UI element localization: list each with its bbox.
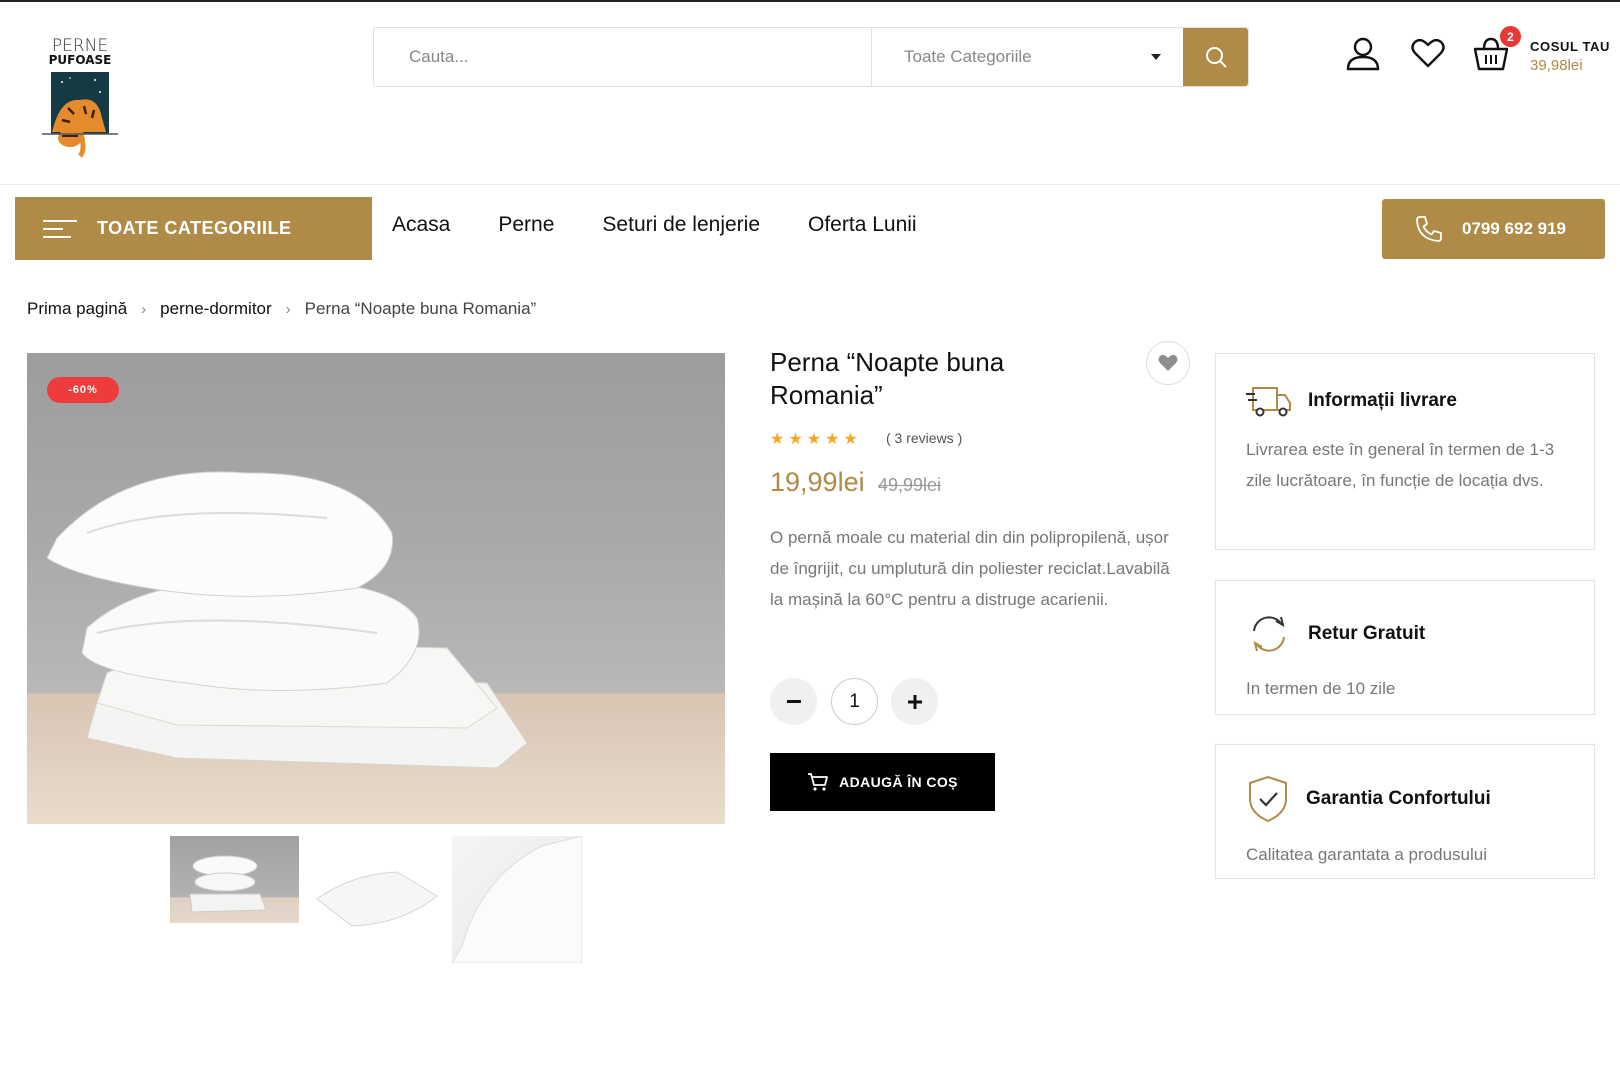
nav-item-seturi-lenjerie[interactable]: Seturi de lenjerie — [602, 213, 760, 237]
quantity-increase-button[interactable] — [891, 678, 938, 725]
shield-check-icon — [1249, 775, 1287, 823]
old-price: 49,99lei — [878, 475, 942, 495]
search-icon — [1205, 47, 1227, 68]
nav-item-acasa[interactable]: Acasa — [392, 213, 450, 237]
chevron-right-icon: › — [141, 300, 147, 318]
category-select-value: Toate Categoriile — [904, 47, 1032, 66]
star-icon: ★ — [806, 431, 822, 448]
cart-count-badge: 2 — [1500, 26, 1521, 47]
star-icon: ★ — [788, 431, 803, 448]
comfort-guarantee-box: Garantia Confortului Calitatea garantata… — [1215, 744, 1595, 879]
reviews-link[interactable]: ( 3 reviews ) — [886, 430, 962, 446]
star-icon: ★ — [843, 431, 858, 448]
discount-badge: -60% — [47, 377, 119, 403]
current-price: 19,99lei — [770, 467, 865, 497]
shipping-info-box: Informații livrare Livrarea este în gene… — [1215, 353, 1595, 550]
free-return-box: Retur Gratuit In termen de 10 zile — [1215, 580, 1595, 715]
add-to-wishlist-button[interactable] — [1146, 341, 1190, 385]
free-return-title: Retur Gratuit — [1308, 623, 1426, 644]
product-thumbnail-3[interactable] — [452, 836, 582, 963]
phone-button[interactable]: 0799 692 919 — [1382, 199, 1605, 259]
all-categories-label: TOATE CATEGORIILE — [97, 218, 292, 238]
add-to-cart-button[interactable]: ADAUGĂ ÎN COȘ — [770, 753, 995, 811]
tiger-logo-icon — [42, 72, 118, 158]
chevron-down-icon — [1151, 54, 1161, 60]
breadcrumb-current: Perna “Noapte buna Romania” — [304, 299, 537, 318]
wishlist-heart-icon[interactable] — [1410, 35, 1446, 71]
user-account-icon[interactable] — [1345, 35, 1381, 71]
quantity-input[interactable]: 1 — [831, 678, 878, 725]
heart-icon — [1158, 354, 1178, 371]
rating-stars: ★ ★ ★ ★ ★ — [770, 429, 858, 449]
site-logo[interactable]: PERNE PUFOASE — [38, 36, 122, 158]
product-thumbnail-1[interactable] — [170, 836, 299, 923]
menu-icon — [43, 219, 77, 238]
nav-item-perne[interactable]: Perne — [498, 213, 554, 237]
logo-line2: PUFOASE — [48, 53, 112, 67]
breadcrumb: Prima pagină › perne-dormitor › Perna “N… — [27, 299, 536, 319]
breadcrumb-home[interactable]: Prima pagină — [27, 299, 127, 319]
pillows-thumbnail-image — [189, 855, 267, 913]
breadcrumb-category[interactable]: perne-dormitor — [160, 299, 272, 319]
comfort-guarantee-title: Garantia Confortului — [1306, 788, 1491, 809]
page: PERNE PUFOASE Toate Categoriile — [0, 0, 1620, 1080]
product-thumbnail-2[interactable] — [312, 854, 442, 934]
cart-title[interactable]: COSUL TAU — [1530, 39, 1610, 54]
logo-line1: PERNE — [51, 36, 109, 56]
star-icon: ★ — [825, 431, 840, 448]
pillow-closeup-thumbnail-image — [452, 836, 582, 963]
phone-number: 0799 692 919 — [1462, 219, 1566, 238]
quantity-decrease-button[interactable] — [770, 678, 817, 725]
chevron-right-icon: › — [285, 300, 291, 318]
shipping-info-text: Livrarea este în general în termen de 1-… — [1246, 440, 1555, 490]
phone-icon — [1416, 216, 1442, 242]
search-button[interactable] — [1183, 28, 1248, 86]
product-main-image[interactable]: -60% — [27, 353, 725, 824]
product-title: Perna “Noapte buna Romania” — [770, 347, 1005, 410]
star-icon: ★ — [770, 431, 785, 448]
refresh-icon — [1253, 616, 1285, 652]
plus-icon — [907, 694, 922, 709]
cart-icon — [808, 773, 829, 791]
pillows-image — [46, 471, 528, 769]
minus-icon — [786, 699, 801, 703]
search-bar: Toate Categoriile — [373, 27, 1249, 87]
category-select[interactable]: Toate Categoriile — [871, 28, 1183, 86]
all-categories-button[interactable]: TOATE CATEGORIILE — [15, 197, 372, 260]
pillow-thumbnail-image — [316, 871, 438, 927]
product-description: O pernă moale cu material din din polipr… — [770, 528, 1170, 609]
free-return-text: In termen de 10 zile — [1246, 679, 1396, 698]
cart-total[interactable]: 39,98lei — [1530, 57, 1583, 74]
nav-item-oferta-lunii[interactable]: Oferta Lunii — [808, 213, 917, 237]
search-input[interactable] — [374, 28, 871, 86]
shipping-info-title: Informații livrare — [1308, 390, 1457, 411]
add-to-cart-label: ADAUGĂ ÎN COȘ — [839, 774, 958, 790]
header-divider — [0, 184, 1620, 185]
truck-icon — [1246, 387, 1291, 417]
comfort-guarantee-text: Calitatea garantata a produsului — [1246, 845, 1487, 864]
main-nav: Acasa Perne Seturi de lenjerie Oferta Lu… — [392, 213, 917, 237]
